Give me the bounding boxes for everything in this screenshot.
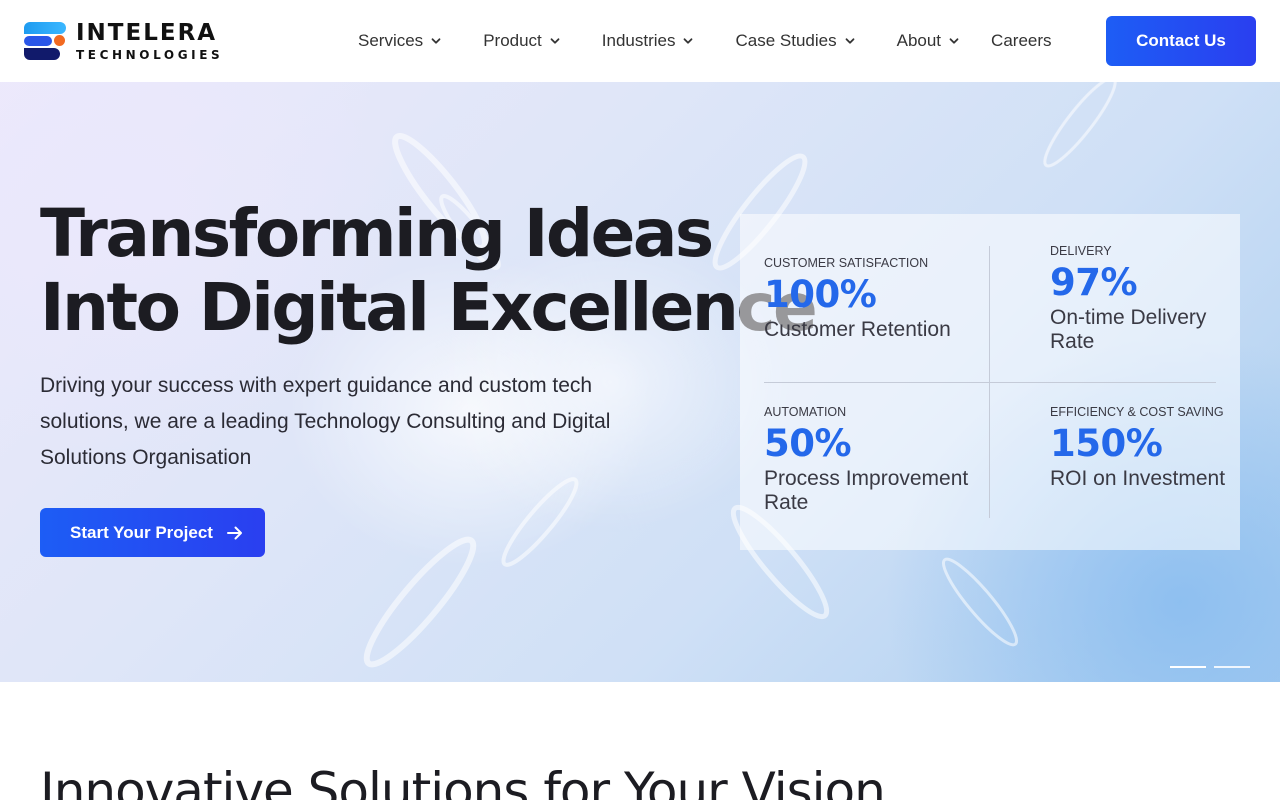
stats-panel: CUSTOMER SATISFACTION 100% Customer Rete… <box>740 214 1240 550</box>
nav-careers-label: Careers <box>991 31 1052 50</box>
stat-automation: AUTOMATION 50% Process Improvement Rate <box>764 405 984 515</box>
solutions-section-title: Innovative Solutions for Your Vision <box>40 762 886 800</box>
stat-value: 50% <box>764 422 852 465</box>
hero-banner: Transforming Ideas Into Digital Excellen… <box>0 82 1280 682</box>
nav-careers[interactable]: Careers <box>991 31 1051 51</box>
nav-product[interactable]: Product <box>483 31 560 51</box>
hero-title-line-2: Into Digital Excellence <box>40 269 818 346</box>
nav-about[interactable]: About <box>897 31 959 51</box>
nav-industries[interactable]: Industries <box>602 31 694 51</box>
slider-pagination <box>1170 666 1258 668</box>
stat-customer-satisfaction: CUSTOMER SATISFACTION 100% Customer Rete… <box>764 256 984 342</box>
slide-indicator-2[interactable] <box>1214 666 1250 668</box>
stat-delivery: DELIVERY 97% On-time Delivery Rate <box>1050 244 1230 354</box>
stats-divider-horizontal <box>764 382 1216 383</box>
brand-name: INTELERA <box>76 19 218 46</box>
logo-mark-icon <box>24 20 66 62</box>
chevron-down-icon <box>684 38 693 44</box>
nav-about-label: About <box>896 31 942 50</box>
chevron-down-icon <box>431 38 441 44</box>
nav-industries-label: Industries <box>601 31 676 50</box>
arrow-right-icon <box>226 526 242 539</box>
stat-caption: CUSTOMER SATISFACTION <box>764 256 929 270</box>
hero-description: Driving your success with expert guidanc… <box>40 374 611 469</box>
nav-services[interactable]: Services <box>358 31 441 51</box>
logo-wordmark: INTELERA TECHNOLOGIES <box>76 19 224 62</box>
nav-product-label: Product <box>483 31 542 50</box>
stat-caption: EFFICIENCY & COST SAVING <box>1050 405 1224 419</box>
site-header: INTELERA TECHNOLOGIES Services Product I… <box>0 0 1280 82</box>
intelera-logo[interactable]: INTELERA TECHNOLOGIES <box>24 20 224 62</box>
start-your-project-button[interactable]: Start Your Project <box>40 508 265 557</box>
nav-case-studies-label: Case Studies <box>735 31 837 50</box>
stat-value: 150% <box>1050 422 1163 465</box>
chevron-down-icon <box>550 38 560 44</box>
stat-caption: DELIVERY <box>1050 244 1112 258</box>
stat-label: On-time Delivery Rate <box>1050 306 1207 353</box>
stat-caption: AUTOMATION <box>764 405 847 419</box>
contact-us-button[interactable]: Contact Us <box>1106 16 1256 66</box>
hero-title-line-1: Transforming Ideas <box>40 195 714 272</box>
nav-case-studies[interactable]: Case Studies <box>735 31 855 51</box>
stat-label: ROI on Investment <box>1050 467 1226 490</box>
start-your-project-label: Start Your Project <box>70 522 213 542</box>
chevron-down-icon <box>949 38 959 44</box>
stat-label: Customer Retention <box>764 318 951 341</box>
slide-indicator-1[interactable] <box>1170 666 1206 668</box>
chevron-down-icon <box>845 38 855 44</box>
stat-value: 97% <box>1050 261 1138 304</box>
stat-label: Process Improvement Rate <box>764 467 969 514</box>
main-nav: Services Product Industries Case Studies… <box>358 0 1052 82</box>
hero-title: Transforming Ideas Into Digital Excellen… <box>40 195 818 346</box>
brand-tagline: TECHNOLOGIES <box>76 47 224 62</box>
nav-services-label: Services <box>358 31 424 50</box>
stat-efficiency-cost-saving: EFFICIENCY & COST SAVING 150% ROI on Inv… <box>1050 405 1230 491</box>
stat-value: 100% <box>764 273 877 316</box>
